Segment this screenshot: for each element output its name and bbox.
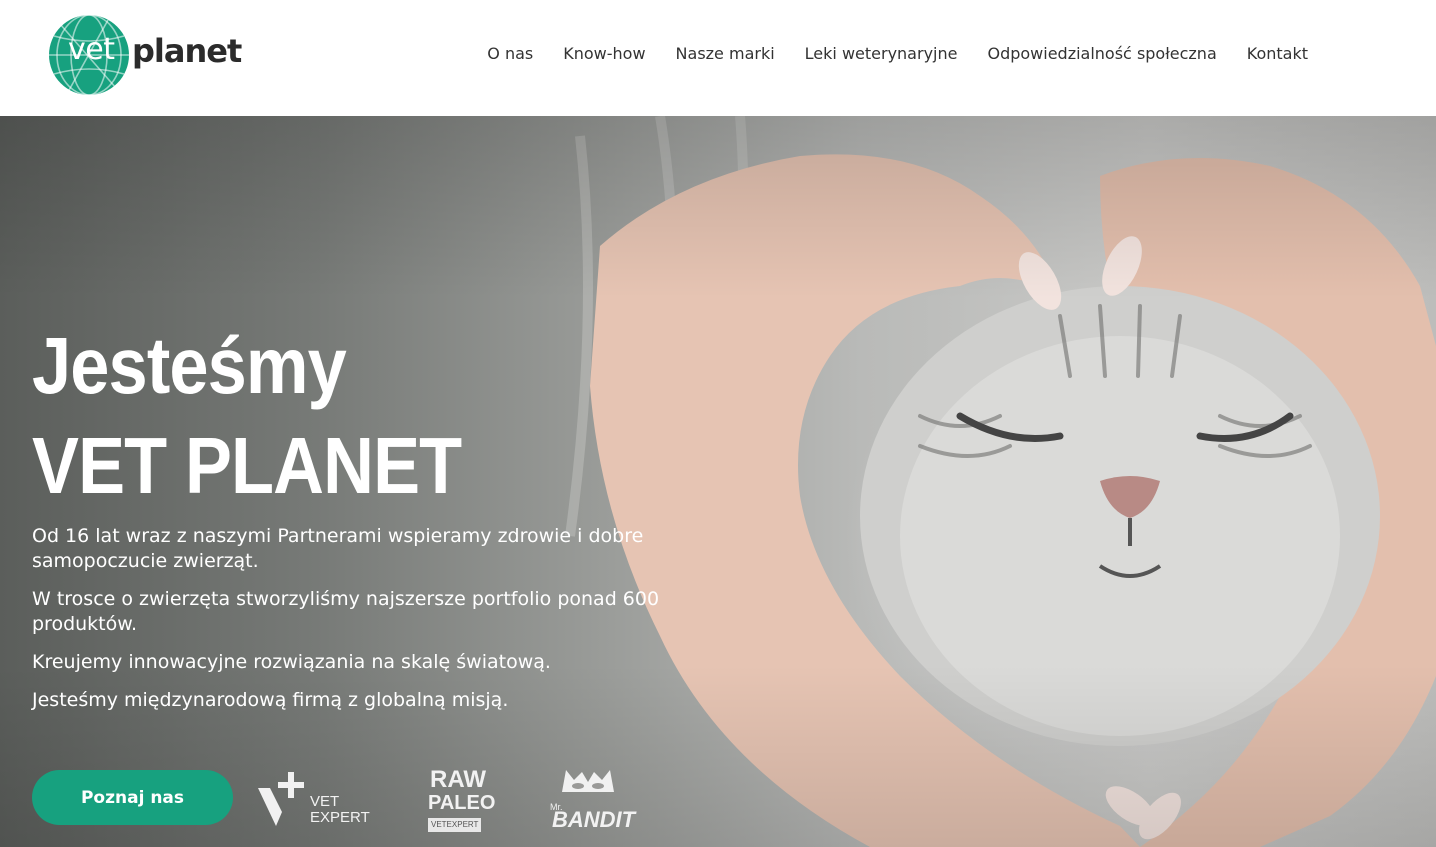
hero-description: Od 16 lat wraz z naszymi Partnerami wspi…	[32, 524, 682, 726]
hero-headline: Jesteśmy VET PLANET	[32, 316, 692, 516]
vet-expert-logo[interactable]: VET EXPERT	[256, 766, 372, 840]
headline-line-2: VET PLANET	[32, 421, 462, 510]
logo-text-planet: planet	[132, 32, 242, 70]
nav-kontakt[interactable]: Kontakt	[1247, 44, 1308, 63]
site-header: vet planet O nas Know-how Nasze marki Le…	[0, 0, 1436, 116]
hero-paragraph: Jesteśmy międzynarodową firmą z globalną…	[32, 689, 509, 711]
hero-paragraph: Kreujemy innowacyjne rozwiązania na skal…	[32, 651, 551, 673]
nav-odpowiedzialnosc-spoleczna[interactable]: Odpowiedzialność społeczna	[987, 44, 1216, 63]
nav-o-nas[interactable]: O nas	[487, 44, 533, 63]
raw-paleo-line-2: PALEO	[428, 792, 496, 814]
vet-expert-mark-icon	[258, 772, 304, 826]
headline-line-1: Jesteśmy	[32, 321, 347, 410]
hero-paragraph: W trosce o zwierzęta stworzyliśmy najsze…	[32, 588, 660, 635]
vet-planet-logo[interactable]: vet planet	[46, 12, 246, 98]
vet-expert-line-2: EXPERT	[310, 809, 370, 826]
bandit-mask-icon	[562, 770, 614, 792]
raw-paleo-logo[interactable]: RAW PALEO VETEXPERT	[426, 766, 498, 840]
hero-content: Jesteśmy VET PLANET Od 16 lat wraz z nas…	[32, 316, 692, 711]
nav-leki-weterynaryjne[interactable]: Leki weterynaryjne	[805, 44, 958, 63]
raw-paleo-tag: VETEXPERT	[428, 818, 482, 832]
raw-paleo-line-1: RAW	[430, 766, 486, 793]
nav-nasze-marki[interactable]: Nasze marki	[676, 44, 775, 63]
hero-paragraph: Od 16 lat wraz z naszymi Partnerami wspi…	[32, 525, 644, 572]
mr-bandit-logo[interactable]: Mr. BANDIT	[548, 766, 636, 840]
main-nav: O nas Know-how Nasze marki Leki weteryna…	[487, 44, 1308, 63]
mr-bandit-line-2: BANDIT	[552, 807, 636, 832]
hero-section: Jesteśmy VET PLANET Od 16 lat wraz z nas…	[0, 116, 1436, 847]
logo-text-vet: vet	[68, 32, 115, 67]
poznaj-nas-button[interactable]: Poznaj nas	[32, 770, 233, 825]
vet-expert-line-1: VET	[310, 793, 340, 810]
nav-know-how[interactable]: Know-how	[563, 44, 645, 63]
